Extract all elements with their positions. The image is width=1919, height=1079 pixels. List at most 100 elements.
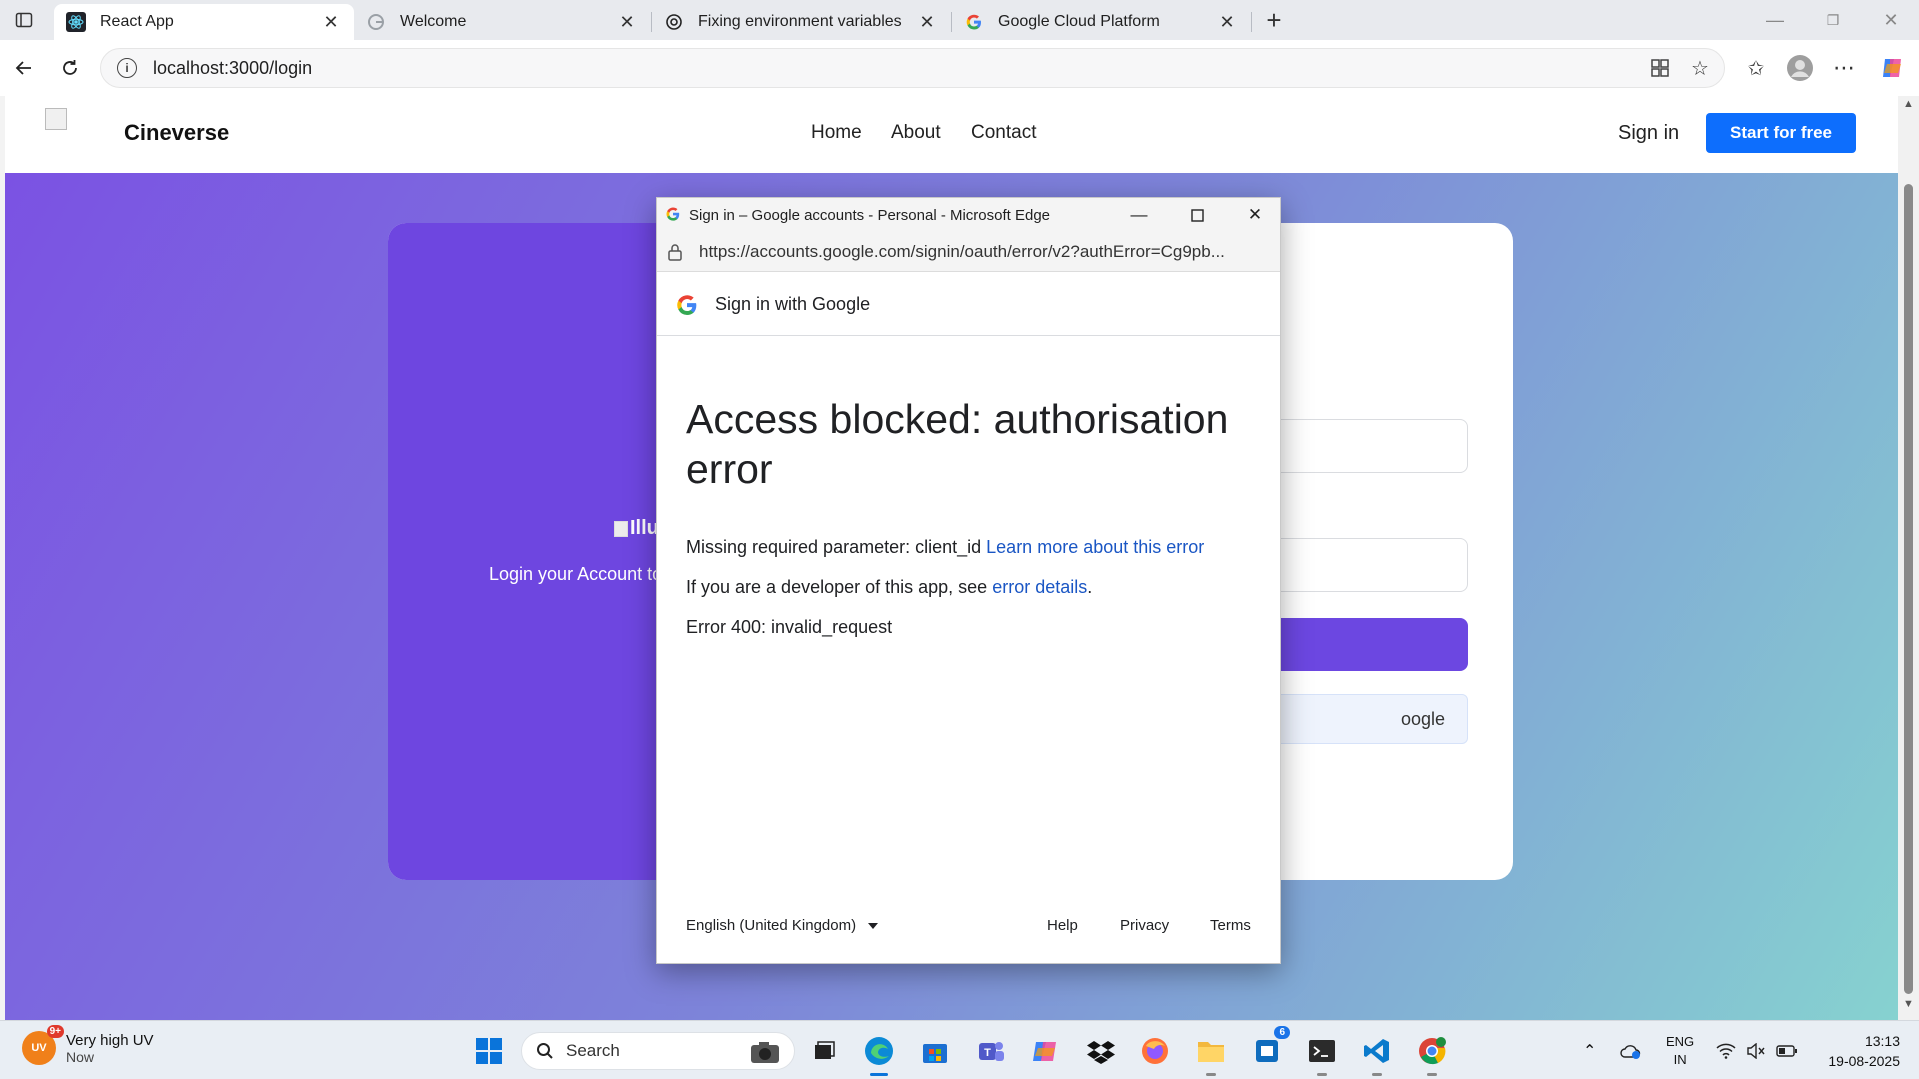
popup-google-header: Sign in with Google <box>657 274 1280 336</box>
profile-avatar-icon[interactable] <box>1784 52 1816 84</box>
start-for-free-button[interactable]: Start for free <box>1706 113 1856 153</box>
refresh-icon[interactable] <box>54 52 86 84</box>
minimize-icon[interactable]: — <box>1747 0 1803 40</box>
google-signin-popup: Sign in – Google accounts - Personal - M… <box>656 197 1281 964</box>
google-icon <box>665 206 681 226</box>
firefox-icon[interactable] <box>1138 1034 1172 1068</box>
nav-contact[interactable]: Contact <box>971 122 1036 144</box>
language-selector[interactable]: English (United Kingdom) <box>686 917 879 934</box>
active-indicator <box>870 1073 888 1076</box>
more-options-icon[interactable]: ⋯ <box>1828 52 1860 84</box>
terms-link[interactable]: Terms <box>1210 917 1251 934</box>
clock-date: 19-08-2025 <box>1828 1052 1900 1069</box>
microsoft-store-icon[interactable] <box>918 1034 952 1068</box>
info-icon[interactable]: i <box>117 58 137 78</box>
uv-index-icon: UV 9+ <box>22 1025 64 1065</box>
task-view-icon[interactable] <box>807 1034 841 1068</box>
apps-icon[interactable] <box>1644 52 1676 84</box>
google-logo-icon <box>675 293 699 322</box>
svg-text:T: T <box>984 1047 991 1059</box>
nav-about[interactable]: About <box>891 122 941 144</box>
tab-label: React App <box>100 13 174 30</box>
outlook-tasks-icon[interactable]: 6 <box>1250 1026 1290 1068</box>
close-icon[interactable]: ✕ <box>616 12 638 33</box>
popup-minimize-icon[interactable]: — <box>1116 198 1162 232</box>
popup-titlebar: Sign in – Google accounts - Personal - M… <box>657 198 1280 232</box>
running-indicator <box>1427 1073 1437 1076</box>
volume-muted-icon[interactable] <box>1746 1021 1766 1079</box>
tab-welcome[interactable]: Welcome ✕ <box>354 4 650 40</box>
edge-browser-icon[interactable] <box>862 1034 896 1076</box>
windows-start-icon[interactable] <box>472 1034 506 1068</box>
favorites-icon[interactable]: ✩ <box>1740 52 1772 84</box>
onedrive-sync-icon[interactable] <box>1620 1021 1642 1079</box>
nav-home[interactable]: Home <box>811 122 862 144</box>
restore-icon[interactable]: ❐ <box>1805 0 1861 40</box>
brand-name[interactable]: Cineverse <box>124 120 229 146</box>
show-hidden-icons[interactable]: ⌃ <box>1583 1021 1596 1079</box>
battery-icon[interactable] <box>1776 1021 1798 1079</box>
google-icon <box>964 12 984 32</box>
tab-react-app[interactable]: React App ✕ <box>54 4 354 40</box>
vscode-icon[interactable] <box>1360 1034 1394 1076</box>
running-indicator <box>1317 1073 1327 1076</box>
close-icon[interactable]: ✕ <box>1216 12 1238 33</box>
teams-icon[interactable]: T <box>974 1034 1008 1068</box>
favorite-star-icon[interactable]: ☆ <box>1684 52 1716 84</box>
browser-toolbar: i localhost:3000/login ☆ ✩ ⋯ <box>0 40 1919 96</box>
running-indicator <box>1206 1073 1216 1076</box>
page-scrollbar[interactable]: ▲ ▼ <box>1898 96 1919 1020</box>
lock-icon <box>667 243 683 266</box>
help-link[interactable]: Help <box>1047 917 1078 934</box>
new-tab-icon[interactable]: + <box>1258 4 1290 36</box>
close-icon[interactable]: ✕ <box>916 12 938 33</box>
address-bar[interactable]: i localhost:3000/login <box>100 48 1725 88</box>
copilot-icon[interactable] <box>1876 52 1908 84</box>
error-details-link[interactable]: error details <box>992 577 1087 597</box>
popup-url-bar[interactable]: https://accounts.google.com/signin/oauth… <box>657 232 1280 272</box>
illustration-broken-image: Illu <box>614 517 659 540</box>
scroll-up-icon[interactable]: ▲ <box>1903 98 1914 110</box>
google-icon <box>366 12 386 32</box>
brand-logo[interactable] <box>45 108 67 130</box>
camera-icon <box>750 1040 780 1069</box>
chevron-down-icon <box>868 923 879 930</box>
tab-fixing-env[interactable]: Fixing environment variables ✕ <box>652 4 950 40</box>
popup-maximize-icon[interactable] <box>1174 198 1220 232</box>
error-code: Error 400: invalid_request <box>686 617 893 637</box>
weather-title: Very high UV <box>66 1031 154 1049</box>
scroll-down-icon[interactable]: ▼ <box>1903 998 1914 1010</box>
chrome-icon[interactable] <box>1415 1034 1449 1076</box>
error-line-missing-param: Missing required parameter: client_id Le… <box>686 537 1205 557</box>
address-text: localhost:3000/login <box>153 57 313 78</box>
tab-separator <box>1251 12 1252 32</box>
clock[interactable]: 13:13 19-08-2025 <box>1818 1021 1900 1079</box>
file-explorer-icon[interactable] <box>1194 1034 1228 1076</box>
tab-google-cloud[interactable]: Google Cloud Platform ✕ <box>952 4 1250 40</box>
close-icon[interactable]: ✕ <box>320 12 342 33</box>
openai-icon <box>664 12 684 32</box>
windows-taskbar: UV 9+ Very high UV Now Search T 6 ⌃ ENG … <box>0 1020 1919 1079</box>
language-indicator[interactable]: ENG IN <box>1666 1021 1694 1079</box>
tab-label: Fixing environment variables <box>698 13 902 30</box>
popup-close-icon[interactable]: ✕ <box>1232 198 1278 232</box>
tab-actions-icon[interactable] <box>8 4 40 36</box>
notification-badge: 9+ <box>46 1025 64 1038</box>
learn-more-link[interactable]: Learn more about this error <box>986 537 1204 557</box>
error-line-developer: If you are a developer of this app, see … <box>686 577 1093 597</box>
back-icon[interactable] <box>8 52 40 84</box>
copilot-app-icon[interactable] <box>1028 1034 1062 1068</box>
sign-in-link[interactable]: Sign in <box>1618 122 1679 145</box>
dropbox-icon[interactable] <box>1084 1034 1118 1068</box>
wifi-icon[interactable] <box>1716 1021 1736 1079</box>
scrollbar-thumb[interactable] <box>1904 184 1913 994</box>
popup-header-text: Sign in with Google <box>715 294 871 314</box>
privacy-link[interactable]: Privacy <box>1120 917 1169 934</box>
terminal-icon[interactable] <box>1305 1034 1339 1076</box>
tab-label: Welcome <box>400 13 467 30</box>
taskbar-search[interactable]: Search <box>521 1032 795 1070</box>
search-icon <box>537 1043 553 1059</box>
notification-count-badge: 6 <box>1274 1026 1290 1039</box>
close-window-icon[interactable]: ✕ <box>1863 0 1919 40</box>
weather-widget[interactable]: UV 9+ Very high UV Now <box>22 1025 154 1065</box>
